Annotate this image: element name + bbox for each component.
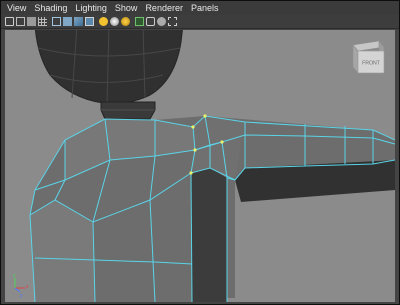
menu-lighting[interactable]: Lighting (71, 1, 111, 15)
3d-viewport[interactable]: FRONT x y z (5, 30, 395, 302)
isolate-icon[interactable] (135, 17, 144, 26)
panel-toolbar (1, 15, 399, 29)
bookmark-icon[interactable] (27, 17, 36, 26)
textured-icon[interactable] (74, 17, 83, 26)
flat-shade-icon[interactable] (85, 17, 94, 26)
menu-renderer[interactable]: Renderer (141, 1, 187, 15)
shadow-icon[interactable] (121, 17, 130, 26)
menu-view[interactable]: View (1, 1, 30, 15)
default-light-icon[interactable] (110, 17, 119, 26)
smooth-shade-icon[interactable] (63, 17, 72, 26)
panel-menubar: View Shading Lighting Show Renderer Pane… (1, 1, 399, 15)
component-xray-icon[interactable] (168, 17, 177, 26)
camera-icon[interactable] (5, 17, 14, 26)
menu-panels[interactable]: Panels (187, 1, 223, 15)
xray-joints-icon[interactable] (157, 17, 166, 26)
viewport-canvas[interactable]: FRONT x y z (5, 30, 395, 302)
menu-show[interactable]: Show (111, 1, 142, 15)
view-cube-label: FRONT (362, 61, 381, 67)
lights-icon[interactable] (99, 17, 108, 26)
modeling-panel: View Shading Lighting Show Renderer Pane… (0, 0, 400, 305)
grid-icon[interactable] (38, 17, 47, 26)
connector-block[interactable] (100, 101, 156, 120)
xray-icon[interactable] (146, 17, 155, 26)
view-cube[interactable]: FRONT (352, 40, 385, 74)
wireframe-icon[interactable] (52, 17, 61, 26)
menu-shading[interactable]: Shading (30, 1, 71, 15)
film-gate-icon[interactable] (16, 17, 25, 26)
